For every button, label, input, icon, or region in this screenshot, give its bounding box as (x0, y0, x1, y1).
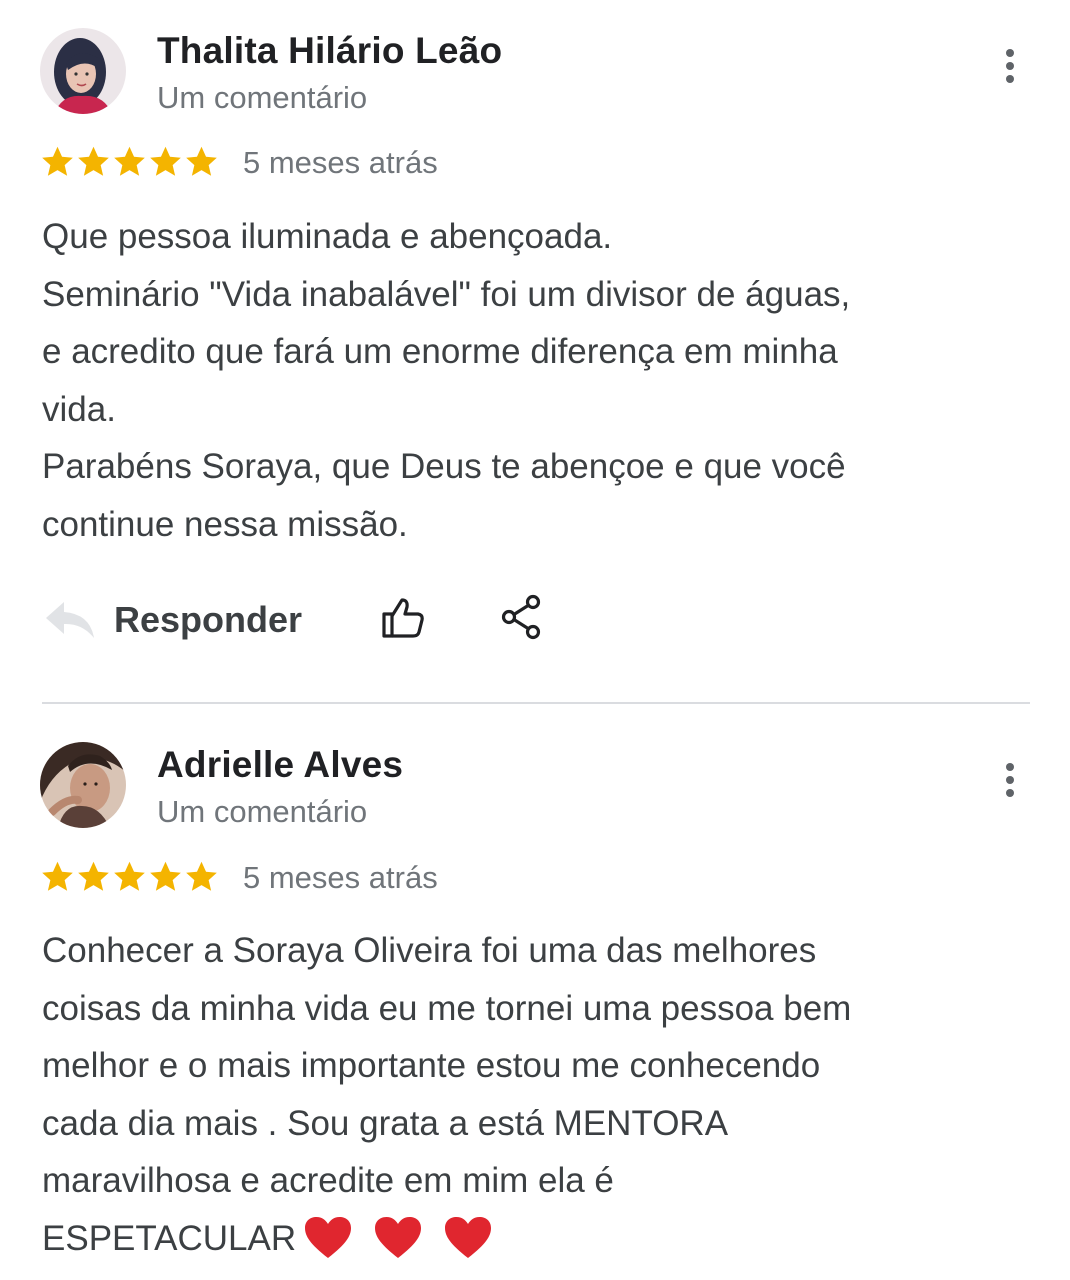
review-line: continue nessa missão. (42, 504, 408, 544)
more-options-button[interactable] (990, 756, 1030, 804)
reviewer-name[interactable]: Thalita Hilário Leão (157, 30, 502, 72)
review-count: Um comentário (157, 794, 368, 829)
star-icon (150, 146, 181, 176)
more-options-button[interactable] (990, 42, 1030, 90)
review-line: cada dia mais . Sou grata a está MENTORA (42, 1103, 729, 1143)
review-actions: Responder (44, 590, 644, 650)
review-text: Que pessoa iluminada e abençoada. Seminá… (42, 208, 1032, 553)
reply-label: Responder (114, 599, 303, 640)
review-line: melhor e o mais importante estou me conh… (42, 1046, 821, 1085)
review-line: Que pessoa iluminada e abençoada. (42, 217, 613, 256)
review-card: Thalita Hilário Leão Um comentário 5 mes… (0, 0, 1070, 704)
star-rating (40, 143, 219, 183)
reply-button[interactable]: Responder (44, 590, 302, 650)
star-rating (40, 858, 219, 898)
heart-icon (445, 1216, 492, 1258)
share-icon (501, 594, 541, 640)
star-icon (42, 146, 73, 176)
review-text: Conhecer a Soraya Oliveira foi uma das m… (42, 922, 1032, 1267)
star-icon (186, 146, 217, 176)
review-line: Seminário "Vida inabalável" foi um divis… (42, 274, 851, 314)
review-card: Adrielle Alves Um comentário 5 meses atr… (0, 704, 1070, 1280)
heart-icon (305, 1216, 352, 1258)
review-line: maravilhosa e acredite em mim ela é (42, 1161, 614, 1200)
review-line: coisas da minha vida eu me tornei uma pe… (42, 988, 852, 1028)
review-line: Parabéns Soraya, que Deus te abençoe e q… (42, 447, 846, 486)
star-icon (78, 861, 109, 891)
more-vert-icon (1006, 763, 1014, 771)
avatar[interactable] (40, 28, 126, 114)
star-icon (114, 861, 145, 891)
reply-icon (46, 602, 94, 638)
heart-icon (375, 1216, 422, 1258)
review-timestamp: 5 meses atrás (243, 860, 438, 895)
review-count: Um comentário (157, 80, 368, 115)
share-button[interactable] (500, 594, 544, 645)
review-line: e acredito que fará um enorme diferença … (42, 332, 838, 371)
star-icon (150, 861, 181, 891)
review-line: vida. (42, 389, 116, 429)
review-line: Conhecer a Soraya Oliveira foi uma das m… (42, 931, 817, 970)
star-icon (78, 146, 109, 176)
thumb-up-icon (382, 598, 424, 638)
heart-emojis (296, 1216, 506, 1258)
avatar[interactable] (40, 742, 126, 828)
star-icon (186, 861, 217, 891)
review-last-line: ESPETACULAR (42, 1210, 1032, 1268)
more-vert-icon (1006, 49, 1014, 57)
review-timestamp: 5 meses atrás (243, 145, 438, 180)
like-button[interactable] (380, 596, 426, 645)
reviewer-name[interactable]: Adrielle Alves (157, 744, 403, 786)
review-line: ESPETACULAR (42, 1218, 297, 1258)
star-icon (42, 861, 73, 891)
star-icon (114, 146, 145, 176)
